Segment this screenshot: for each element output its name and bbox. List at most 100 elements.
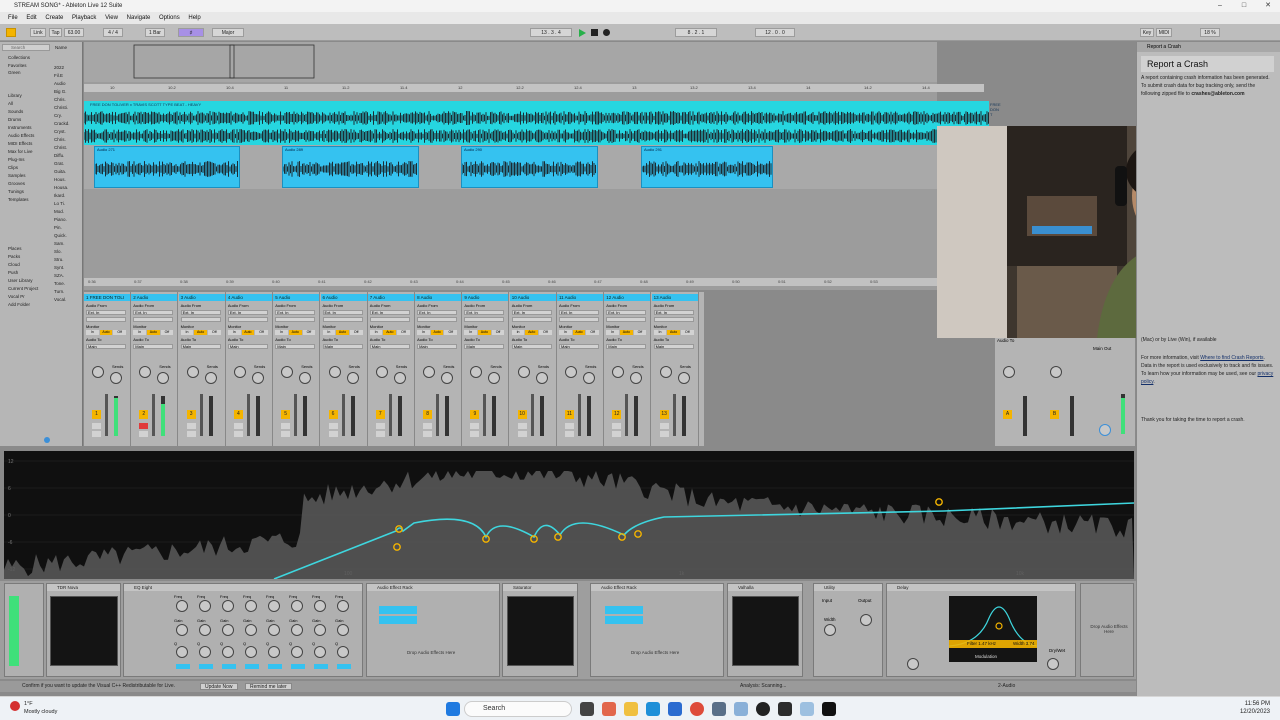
monitor-option[interactable]: Off — [397, 330, 410, 335]
monitor-option[interactable]: Auto — [383, 330, 397, 335]
audio-from-select[interactable]: Ext. In — [417, 310, 458, 315]
channel-name[interactable]: 7 Audio — [367, 294, 414, 301]
browser-file[interactable]: Christ. — [54, 145, 67, 151]
quantize-menu[interactable]: 1 Bar — [145, 28, 165, 37]
track-activator[interactable]: 3 — [186, 410, 196, 419]
channel-name[interactable]: 5 Audio — [273, 294, 320, 301]
browser-file[interactable]: Diffu. — [54, 153, 64, 159]
arm-button[interactable] — [281, 431, 291, 437]
q-knob[interactable] — [268, 646, 280, 658]
eq-spectrum-display[interactable]: 1260-6-121001k10k — [4, 451, 1135, 580]
volume-fader[interactable] — [388, 394, 392, 436]
freq-knob[interactable] — [337, 600, 349, 612]
browser-file[interactable]: Mod. — [54, 209, 64, 215]
browser-file[interactable]: 2022 — [54, 65, 64, 71]
update-now-button[interactable]: Update Now — [200, 683, 238, 690]
library-item[interactable]: Drums — [8, 117, 21, 123]
menu-create[interactable]: Create — [45, 15, 63, 21]
scale-menu[interactable]: Major — [212, 28, 244, 37]
q-knob[interactable] — [199, 646, 211, 658]
return-a-button[interactable]: A — [1003, 410, 1012, 419]
arm-button[interactable] — [186, 431, 196, 437]
beat-audio-clip[interactable]: FREE DON TOLIVER x TRAVIS SCOTT TYPE BEA… — [84, 101, 1001, 145]
monitor-option[interactable]: Auto — [619, 330, 633, 335]
volume-fader[interactable] — [294, 394, 298, 436]
q-knob[interactable] — [245, 646, 257, 658]
library-item[interactable]: Sounds — [8, 109, 23, 115]
menu-view[interactable]: View — [105, 15, 118, 21]
send-a-knob[interactable] — [659, 366, 672, 378]
channel-name[interactable]: 1 FREE DON TOLI — [84, 294, 130, 301]
track-activator[interactable]: 8 — [423, 410, 433, 419]
gain-knob[interactable] — [176, 624, 188, 636]
places-item[interactable]: Add Folder — [8, 302, 30, 308]
places-item[interactable]: Push — [8, 270, 18, 276]
audio-from-select[interactable]: Ext. In — [275, 310, 316, 315]
channel-name[interactable]: 6 Audio — [320, 294, 367, 301]
arm-button[interactable] — [233, 431, 243, 437]
band-toggle[interactable] — [337, 664, 351, 669]
song-position-field[interactable]: 13 . 3 . 4 — [530, 28, 572, 37]
solo-button[interactable] — [470, 423, 480, 429]
audio-from-select[interactable]: Ext. In — [86, 310, 126, 315]
gain-knob[interactable] — [337, 624, 349, 636]
places-item[interactable]: Vocal Pr — [8, 294, 25, 300]
ableton-icon[interactable] — [822, 702, 836, 716]
menu-help[interactable]: Help — [188, 15, 200, 21]
browser-file[interactable]: Hous. — [54, 177, 66, 183]
solo-button[interactable] — [328, 423, 338, 429]
channel-name[interactable]: 4 Audio — [225, 294, 272, 301]
library-item[interactable]: Plug-Ins — [8, 157, 25, 163]
channel-name[interactable]: 8 Audio — [415, 294, 462, 301]
browser-file[interactable]: Chris. — [54, 137, 66, 143]
name-header[interactable]: Name — [55, 45, 67, 50]
monitor-option[interactable]: Off — [160, 330, 174, 335]
freq-knob[interactable] — [291, 600, 303, 612]
audio-to-select[interactable]: Main — [227, 344, 268, 349]
monitor-option[interactable]: Auto — [241, 330, 255, 335]
send-a-knob[interactable] — [233, 366, 246, 378]
menu-playback[interactable]: Playback — [72, 15, 96, 21]
solo-button[interactable] — [612, 423, 622, 429]
link-button[interactable] — [6, 28, 16, 37]
audio-to-select[interactable]: Main — [86, 344, 126, 349]
vocal-clip[interactable]: Audio 271 — [94, 146, 240, 188]
beat-ruler[interactable]: 10 10.2 10.4 11 11.2 11.4 12 12.2 12.4 13 13.2 13.4… — [84, 84, 984, 92]
audio-from-select[interactable]: Ext. In — [322, 310, 363, 315]
track-activator[interactable]: 5 — [281, 410, 291, 419]
browser-file[interactable]: Cryst. — [54, 129, 66, 135]
gain-knob[interactable] — [222, 624, 234, 636]
band-toggle[interactable] — [268, 664, 282, 669]
input-channel-select[interactable] — [275, 317, 316, 322]
send-b-knob[interactable] — [299, 372, 312, 384]
time-signature-field[interactable]: 4 / 4 — [103, 28, 123, 37]
channel-name[interactable]: 10 Audio — [509, 294, 556, 301]
browser-file[interactable]: Synt. — [54, 265, 64, 271]
track-activator[interactable]: 10 — [517, 410, 527, 419]
audio-to-select[interactable]: Main — [369, 344, 410, 349]
browser-file[interactable]: Chris. — [54, 97, 66, 103]
monitor-option[interactable]: Auto — [336, 330, 349, 335]
send-b-knob[interactable] — [535, 372, 548, 384]
input-channel-select[interactable] — [653, 317, 694, 322]
browser-file[interactable]: Audio — [54, 81, 66, 87]
browser-file[interactable]: Tone. — [54, 281, 65, 287]
monitor-option[interactable]: Off — [302, 330, 316, 335]
arm-button[interactable] — [612, 431, 622, 437]
solo-button[interactable] — [139, 423, 149, 429]
input-channel-select[interactable] — [86, 317, 126, 322]
browser-file[interactable]: Stru. — [54, 257, 64, 263]
input-channel-select[interactable] — [417, 317, 458, 322]
link-label[interactable]: Link — [30, 28, 46, 37]
monitor-option[interactable]: Off — [586, 330, 600, 335]
empty-device-slot[interactable]: Drop Audio Effects Here — [1080, 583, 1134, 677]
browser-file[interactable]: Fil.E — [54, 73, 63, 79]
freq-knob[interactable] — [268, 600, 280, 612]
q-knob[interactable] — [222, 646, 234, 658]
track-activator[interactable]: 12 — [612, 410, 622, 419]
tap-button[interactable]: Tap — [49, 28, 62, 37]
browser-file[interactable]: Housa. — [54, 185, 68, 191]
send-b-knob[interactable] — [251, 372, 264, 384]
audio-from-select[interactable]: Ext. In — [653, 310, 694, 315]
send-a-knob[interactable] — [186, 366, 199, 378]
